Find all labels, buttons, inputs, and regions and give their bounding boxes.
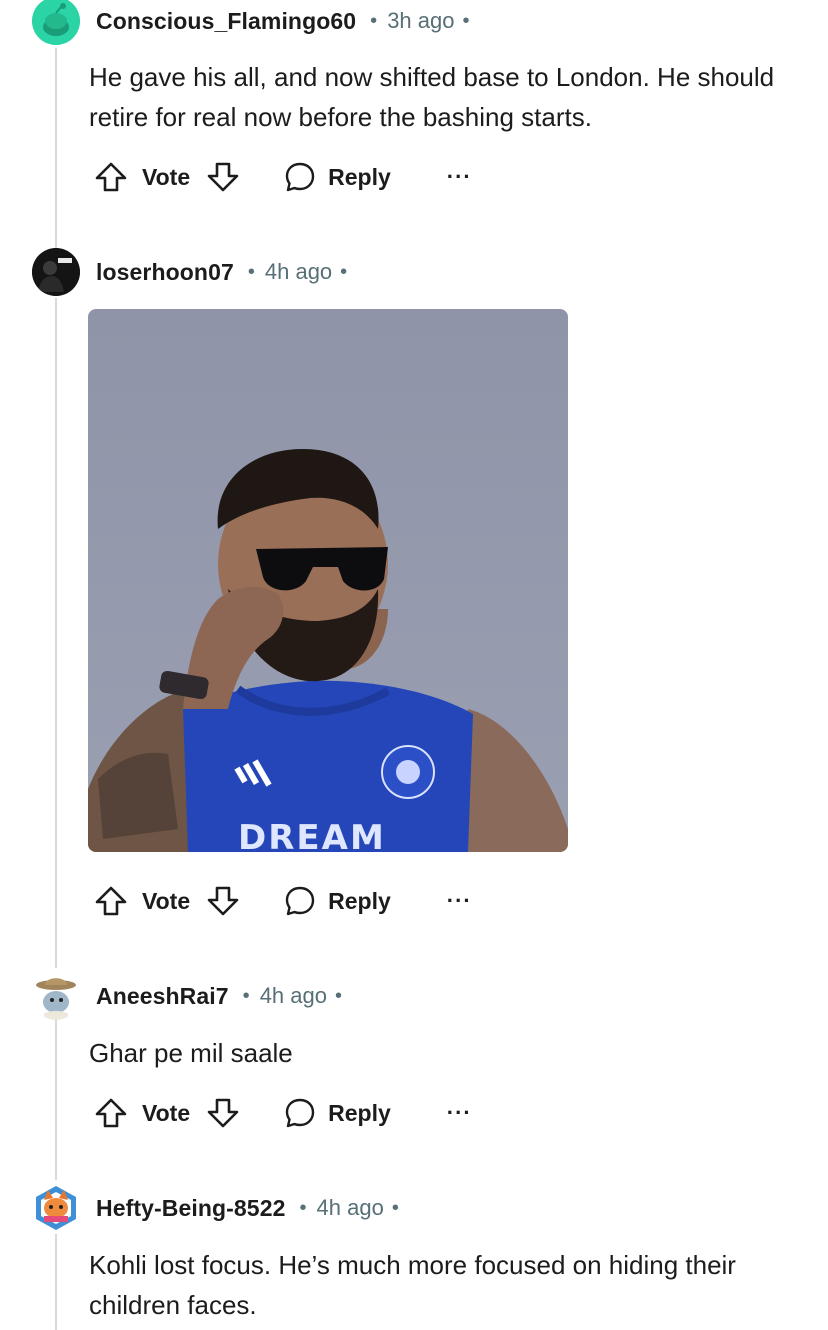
- timestamp[interactable]: 4h ago: [260, 983, 327, 1009]
- meta-separator: •: [462, 9, 470, 32]
- meta-separator: •: [391, 1196, 399, 1219]
- comment-actions: Vote Reply ···: [94, 1093, 472, 1133]
- downvote-button[interactable]: [206, 884, 240, 918]
- comment-actions: Vote Reply ···: [94, 881, 472, 921]
- timestamp[interactable]: 4h ago: [317, 1195, 384, 1221]
- more-options-button[interactable]: ···: [447, 888, 472, 914]
- more-options-button[interactable]: ···: [447, 1100, 472, 1126]
- comment-actions: Vote Reply ···: [94, 157, 472, 197]
- comment-text: Ghar pe mil saale: [89, 1038, 293, 1068]
- speech-bubble-icon: [285, 1098, 315, 1128]
- upvote-button[interactable]: [94, 884, 128, 918]
- meta-separator: •: [370, 9, 378, 32]
- timestamp[interactable]: 3h ago: [387, 8, 454, 34]
- upvote-arrow-icon: [95, 886, 127, 916]
- downvote-button[interactable]: [206, 160, 240, 194]
- reply-button[interactable]: Reply: [284, 161, 391, 193]
- downvote-arrow-icon: [207, 162, 239, 192]
- comment-text: Kohli lost focus. He’s much more focused…: [89, 1250, 736, 1320]
- meta-separator: •: [247, 260, 255, 283]
- gif-image: DREAM: [88, 309, 568, 852]
- meta-separator: •: [334, 984, 342, 1007]
- speech-bubble-icon: [285, 886, 315, 916]
- downvote-arrow-icon: [207, 886, 239, 916]
- comment-header: loserhoon07 • 4h ago •: [32, 248, 347, 296]
- upvote-arrow-icon: [95, 162, 127, 192]
- vote-count: Vote: [142, 1099, 191, 1126]
- comment: Hefty-Being-8522 • 4h ago • Kohli lost f…: [0, 1184, 828, 1330]
- reply-button[interactable]: Reply: [284, 885, 391, 917]
- username[interactable]: loserhoon07: [96, 259, 234, 286]
- downvote-button[interactable]: [206, 1096, 240, 1130]
- reply-label: Reply: [328, 887, 391, 914]
- snoo-green-avatar-icon[interactable]: [32, 0, 80, 45]
- comment-header: Conscious_Flamingo60 • 3h ago •: [32, 0, 470, 45]
- meta-separator: •: [242, 984, 250, 1007]
- upvote-button[interactable]: [94, 160, 128, 194]
- downvote-arrow-icon: [207, 1098, 239, 1128]
- username[interactable]: Hefty-Being-8522: [96, 1195, 286, 1222]
- username[interactable]: AneeshRai7: [96, 983, 229, 1010]
- comment: Conscious_Flamingo60 • 3h ago • He gave …: [0, 0, 828, 217]
- jersey-text: DREAM: [238, 818, 386, 852]
- comment: AneeshRai7 • 4h ago • Ghar pe mil saale …: [0, 972, 828, 1172]
- reply-label: Reply: [328, 1099, 391, 1126]
- more-options-button[interactable]: ···: [447, 164, 472, 190]
- reply-button[interactable]: Reply: [284, 1097, 391, 1129]
- comment-header: Hefty-Being-8522 • 4h ago •: [32, 1184, 399, 1232]
- timestamp[interactable]: 4h ago: [265, 259, 332, 285]
- snoo-cowboy-hat-avatar-icon[interactable]: [32, 972, 80, 1020]
- upvote-button[interactable]: [94, 1096, 128, 1130]
- comment-header: AneeshRai7 • 4h ago •: [32, 972, 342, 1020]
- comment-text: He gave his all, and now shifted base to…: [89, 62, 775, 132]
- vote-count: Vote: [142, 887, 191, 914]
- meta-separator: •: [299, 1196, 307, 1219]
- reply-label: Reply: [328, 163, 391, 190]
- speech-bubble-icon: [285, 162, 315, 192]
- meta-separator: •: [340, 260, 348, 283]
- username[interactable]: Conscious_Flamingo60: [96, 8, 356, 35]
- vote-count: Vote: [142, 163, 191, 190]
- snoo-cat-avatar-icon[interactable]: [32, 1184, 80, 1232]
- dark-photo-avatar-icon[interactable]: [32, 248, 80, 296]
- upvote-arrow-icon: [95, 1098, 127, 1128]
- comment-image[interactable]: DREAM: [88, 309, 568, 852]
